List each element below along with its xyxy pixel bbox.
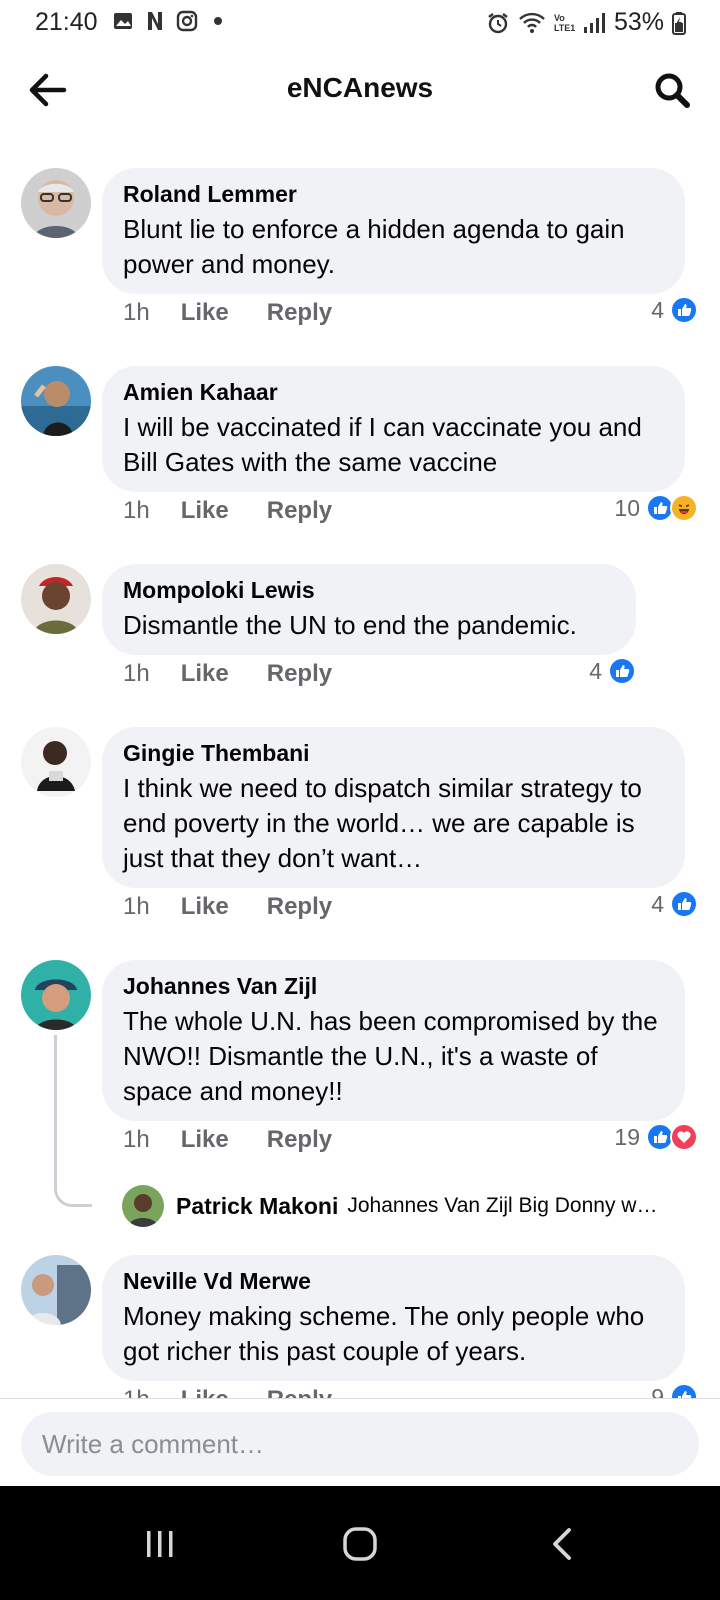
recent-apps-button[interactable] [130, 1514, 190, 1574]
reply-button[interactable]: Reply [267, 1126, 332, 1154]
comment-actions: 1h Like Reply [123, 1126, 370, 1154]
avatar-photo [21, 366, 91, 436]
comment-author[interactable]: Roland Lemmer [123, 180, 665, 208]
comment-bubble[interactable]: Johannes Van Zijl The whole U.N. has bee… [102, 960, 685, 1121]
reaction-summary[interactable]: 4 [589, 657, 636, 685]
comment-author[interactable]: Amien Kahaar [123, 378, 665, 406]
status-bar: 21:40 Vo LTE1 53% [0, 0, 720, 46]
comment-text: Dismantle the UN to end the pandemic. [123, 610, 577, 640]
search-icon [655, 73, 690, 108]
avatar-photo [21, 168, 91, 238]
network-type-label: Vo LTE1 [553, 12, 576, 33]
like-button[interactable]: Like [181, 1126, 229, 1154]
status-notification-icons [112, 10, 222, 32]
reply-button[interactable]: Reply [267, 299, 332, 327]
comment-text: I will be vaccinated if I can vaccinate … [123, 412, 642, 477]
avatar[interactable] [21, 366, 91, 436]
reply-avatar[interactable] [122, 1185, 164, 1227]
comment-author[interactable]: Gingie Thembani [123, 739, 665, 767]
reaction-count: 4 [651, 890, 664, 917]
status-time: 21:40 [35, 8, 98, 36]
comment-text: The whole U.N. has been compromised by t… [123, 1006, 658, 1106]
battery-charging-icon [672, 11, 686, 35]
avatar-photo [21, 960, 91, 1030]
avatar[interactable] [21, 168, 91, 238]
chevron-left-icon [553, 1528, 571, 1560]
reaction-count: 4 [589, 657, 602, 684]
signal-icon [583, 12, 605, 33]
comment-actions: 1h Like Reply [123, 893, 370, 921]
reaction-summary[interactable]: 19 [614, 1123, 698, 1151]
reaction-count: 19 [614, 1123, 640, 1150]
alarm-icon [488, 12, 508, 33]
avatar[interactable] [21, 1255, 91, 1325]
reaction-summary[interactable]: 10 [614, 494, 698, 522]
back-nav-button[interactable] [532, 1514, 592, 1574]
instagram-icon [176, 10, 198, 32]
comment-bubble[interactable]: Gingie Thembani I think we need to dispa… [102, 727, 685, 888]
haha-reaction-icon [670, 494, 698, 522]
page-title: eNCAnews [286, 72, 434, 103]
reaction-count: 10 [614, 494, 640, 521]
comment-bubble[interactable]: Mompoloki Lewis Dismantle the UN to end … [102, 564, 636, 655]
comment-time[interactable]: 1h [123, 299, 150, 327]
avatar[interactable] [21, 727, 91, 797]
wifi-icon [519, 12, 545, 33]
reply-author[interactable]: Patrick Makoni [176, 1193, 338, 1220]
gallery-icon [114, 13, 132, 29]
like-button[interactable]: Like [181, 660, 229, 688]
like-reaction-icon [670, 890, 698, 918]
system-nav-bar [0, 1486, 720, 1600]
comment-author[interactable]: Neville Vd Merwe [123, 1267, 665, 1295]
status-system-icons: Vo LTE1 53% [486, 8, 686, 37]
comment-text: Blunt lie to enforce a hidden agenda to … [123, 214, 625, 279]
comment-bubble[interactable]: Amien Kahaar I will be vaccinated if I c… [102, 366, 685, 492]
comment-text: I think we need to dispatch similar stra… [123, 773, 642, 873]
reaction-summary[interactable]: 4 [651, 890, 698, 918]
comment-time[interactable]: 1h [123, 1126, 150, 1154]
like-button[interactable]: Like [181, 299, 229, 327]
comment-actions: 1h Like Reply [123, 299, 370, 327]
more-notifications-dot-icon [214, 17, 222, 25]
reply-preview[interactable]: Patrick Makoni Johannes Van Zijl Big Don… [122, 1185, 692, 1227]
comment-author[interactable]: Johannes Van Zijl [123, 972, 665, 1000]
comment-time[interactable]: 1h [123, 660, 150, 688]
comment-bubble[interactable]: Roland Lemmer Blunt lie to enforce a hid… [102, 168, 685, 294]
reply-thread-line [54, 1035, 92, 1207]
battery-percent: 53% [613, 8, 664, 36]
like-button[interactable]: Like [181, 893, 229, 921]
comment-text: Money making scheme. The only people who… [123, 1301, 645, 1366]
avatar-photo [21, 1255, 91, 1325]
home-button[interactable] [330, 1514, 390, 1574]
reaction-summary[interactable]: 4 [651, 296, 698, 324]
avatar[interactable] [21, 564, 91, 634]
reaction-count: 4 [651, 296, 664, 323]
avatar[interactable] [21, 960, 91, 1030]
reply-snippet: Johannes Van Zijl Big Donny w… [347, 1194, 658, 1217]
comment-input[interactable] [21, 1412, 699, 1476]
like-button[interactable]: Like [181, 497, 229, 525]
like-reaction-icon [608, 657, 636, 685]
comment-composer [0, 1398, 720, 1486]
app-header: eNCAnews [0, 54, 720, 126]
comment-author[interactable]: Mompoloki Lewis [123, 576, 616, 604]
home-icon [343, 1527, 377, 1561]
recent-apps-icon [147, 1531, 173, 1557]
netflix-icon [148, 12, 162, 30]
avatar-photo [122, 1185, 164, 1227]
avatar-photo [21, 564, 91, 634]
like-reaction-icon [670, 296, 698, 324]
reply-button[interactable]: Reply [267, 893, 332, 921]
love-reaction-icon [670, 1123, 698, 1151]
search-button[interactable] [650, 68, 694, 112]
comment-bubble[interactable]: Neville Vd Merwe Money making scheme. Th… [102, 1255, 685, 1381]
comment-actions: 1h Like Reply [123, 497, 370, 525]
reply-button[interactable]: Reply [267, 497, 332, 525]
reply-button[interactable]: Reply [267, 660, 332, 688]
comment-actions: 1h Like Reply [123, 660, 370, 688]
comment-time[interactable]: 1h [123, 497, 150, 525]
comment-time[interactable]: 1h [123, 893, 150, 921]
avatar-photo [21, 727, 91, 797]
